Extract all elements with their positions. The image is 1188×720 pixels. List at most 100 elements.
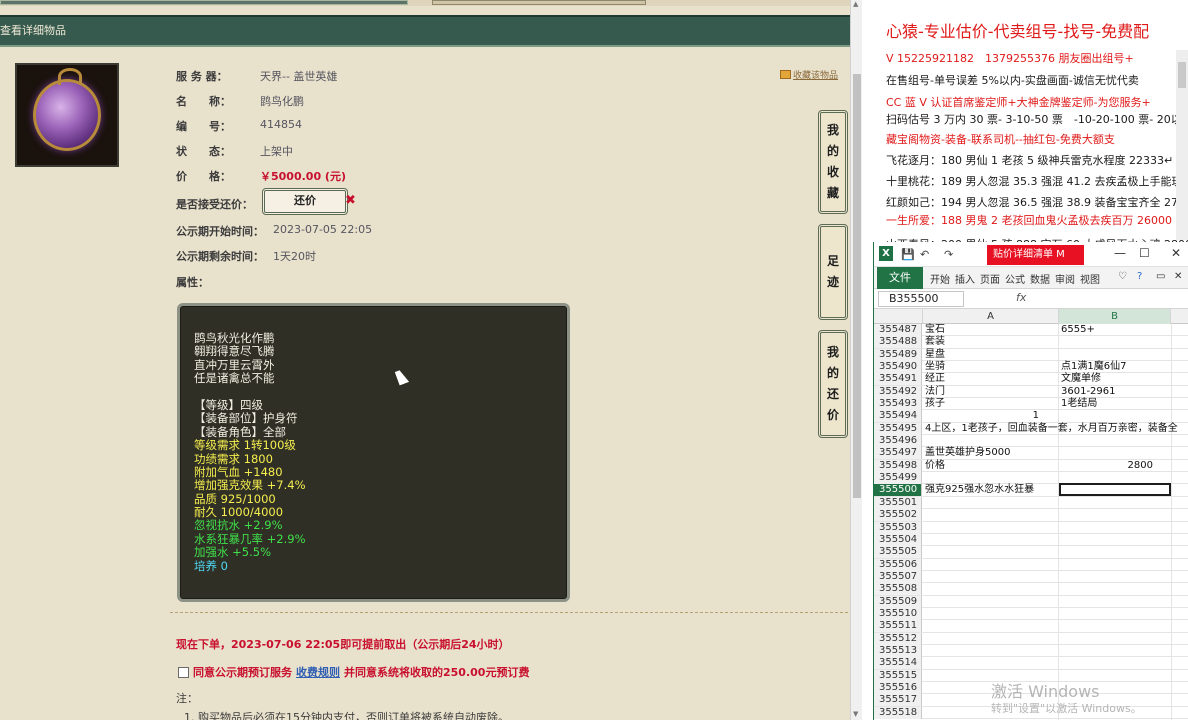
description-line: 【装备部位】护身符 — [194, 411, 298, 426]
row-number[interactable]: 355505 — [874, 546, 922, 559]
row-number[interactable]: 355499 — [874, 472, 922, 485]
scroll-down-icon[interactable]: ▼ — [853, 710, 858, 718]
row-number[interactable]: 355487 — [874, 324, 922, 336]
row-number[interactable]: 355503 — [874, 521, 922, 534]
cell-a[interactable]: 星盘 — [923, 349, 1057, 360]
row-number[interactable]: 355493 — [874, 398, 922, 411]
row-number[interactable]: 355507 — [874, 570, 922, 583]
sheet-row: 355493 孩子 1老结局 — [874, 398, 1188, 411]
row-number[interactable]: 355488 — [874, 336, 922, 349]
footprint-button[interactable]: 足迹 — [818, 224, 848, 320]
agree-checkbox[interactable] — [178, 666, 189, 678]
row-number[interactable]: 355494 — [874, 410, 922, 423]
cell-a[interactable]: 宝石 — [923, 324, 1057, 335]
row-number[interactable]: 355509 — [874, 595, 922, 608]
sheet-row: 355492 法门 3601-2961 — [874, 385, 1188, 399]
cell-b[interactable]: 3601-2961 — [1059, 386, 1171, 397]
row-number[interactable]: 355497 — [874, 447, 922, 460]
cell-a[interactable]: 法门 — [923, 386, 1057, 397]
maximize-icon[interactable]: ☐ — [1139, 246, 1150, 260]
tab-formula[interactable]: 公式 — [1005, 271, 1025, 286]
scroll-up-icon[interactable]: ▲ — [853, 0, 858, 8]
fx-icon[interactable]: fx — [1016, 291, 1026, 304]
tab-page[interactable]: 页面 — [980, 271, 1000, 286]
cell-b[interactable]: 文魔单修 — [1059, 373, 1171, 384]
row-number[interactable]: 355489 — [874, 348, 922, 361]
tab-insert[interactable]: 插入 — [955, 271, 975, 286]
row-number[interactable]: 355490 — [874, 361, 922, 374]
row-number[interactable]: 355516 — [874, 681, 922, 694]
row-number[interactable]: 355500 — [874, 484, 922, 497]
page-scrollbar[interactable]: ▲ ▼ — [850, 0, 862, 720]
row-number[interactable]: 355511 — [874, 620, 922, 633]
info-value: 天界-- 盖世英雄 — [260, 70, 338, 83]
row-number[interactable]: 355491 — [874, 373, 922, 386]
minimize-icon[interactable]: — — [1114, 246, 1126, 260]
favorite-link[interactable]: 收藏该物品 — [780, 68, 838, 81]
cell-a[interactable]: 孩子 — [923, 398, 1057, 409]
row-number[interactable]: 355517 — [874, 694, 922, 707]
row-number[interactable]: 355512 — [874, 632, 922, 645]
top-tab-right[interactable] — [432, 0, 646, 5]
cell-a[interactable]: 强克925强水忽水水狂暴 — [923, 484, 1057, 495]
row-number[interactable]: 355498 — [874, 459, 922, 472]
cell-a[interactable]: 4上区，1老孩子，回血装备一套，水月百万亲密，装备全 — [923, 423, 1178, 434]
row-number[interactable]: 355501 — [874, 496, 922, 509]
cell-b[interactable]: 1老结局 — [1059, 398, 1171, 409]
tab-view[interactable]: 视图 — [1080, 271, 1100, 286]
my-bargains-button[interactable]: 我的还价 — [818, 330, 848, 438]
sheet-row: 355489 星盘 — [874, 348, 1188, 362]
close-icon[interactable]: ✕ — [1171, 246, 1181, 260]
cell-b[interactable]: 点1满1魔6仙7 — [1059, 361, 1171, 372]
ad-scroll-thumb[interactable] — [1178, 62, 1186, 88]
column-b[interactable]: B — [1059, 309, 1171, 324]
redo-icon[interactable]: ↷ — [944, 248, 953, 261]
cell-b[interactable]: 6555+ — [1059, 324, 1171, 335]
row-number[interactable]: 355515 — [874, 669, 922, 682]
sheet-row: 355511 — [874, 620, 1188, 633]
ad-scrollbar[interactable] — [1176, 50, 1188, 240]
close-doc-icon[interactable]: ✕ — [1174, 271, 1182, 282]
cell-a[interactable]: 经正 — [923, 373, 1057, 384]
row-number[interactable]: 355504 — [874, 533, 922, 546]
cell-a[interactable]: 1 — [923, 410, 1057, 421]
row-number[interactable]: 355508 — [874, 583, 922, 596]
favorite-link-label[interactable]: 收藏该物品 — [793, 68, 838, 81]
scroll-thumb[interactable] — [853, 74, 861, 498]
top-tab-left[interactable] — [0, 0, 408, 5]
row-number[interactable]: 355492 — [874, 385, 922, 398]
tab-review[interactable]: 审阅 — [1055, 271, 1075, 286]
restore-icon[interactable]: ▭ — [1156, 271, 1165, 282]
info-price: 价 格： ￥5000.00 (元) — [176, 168, 346, 184]
save-icon[interactable]: 💾 — [901, 248, 915, 261]
my-favorites-button[interactable]: 我的收藏 — [818, 110, 848, 214]
help-icon[interactable]: ? — [1137, 271, 1142, 282]
column-a[interactable]: A — [923, 309, 1059, 324]
tab-data[interactable]: 数据 — [1030, 271, 1050, 286]
bargain-button[interactable]: 还价 — [262, 188, 348, 215]
info-label: 服 务 器： — [176, 70, 228, 83]
fee-rules-link[interactable]: 收费规则 — [296, 664, 340, 680]
row-number[interactable]: 355513 — [874, 644, 922, 657]
row-number[interactable]: 355518 — [874, 706, 922, 719]
cell-a[interactable]: 套装 — [923, 336, 1057, 347]
row-number[interactable]: 355495 — [874, 422, 922, 435]
side-button-char: 还 — [826, 387, 839, 401]
row-number[interactable]: 355502 — [874, 509, 922, 522]
cell-a[interactable]: 价格 — [923, 460, 1057, 471]
tab-home[interactable]: 开始 — [930, 271, 950, 286]
row-number[interactable]: 355510 — [874, 607, 922, 620]
cell-b[interactable]: 2800 — [1059, 460, 1171, 471]
row-number[interactable]: 355506 — [874, 558, 922, 571]
cell-a[interactable]: 盖世英雄护身5000 — [923, 447, 1057, 458]
cell-b[interactable] — [1059, 483, 1171, 497]
name-box[interactable]: B355500 — [878, 291, 964, 307]
cell-a[interactable]: 坐骑 — [923, 361, 1057, 372]
undo-icon[interactable]: ↶ — [920, 248, 929, 261]
row-number[interactable]: 355496 — [874, 435, 922, 448]
file-tab[interactable]: 文件 — [877, 267, 923, 289]
corner-cell[interactable] — [874, 309, 923, 324]
ad-line: 扫码估号 3 万内 30 票- 3-10-50 票 -10-20-100 票- … — [886, 113, 1188, 126]
heart-icon[interactable]: ♡ — [1118, 271, 1127, 282]
row-number[interactable]: 355514 — [874, 657, 922, 670]
